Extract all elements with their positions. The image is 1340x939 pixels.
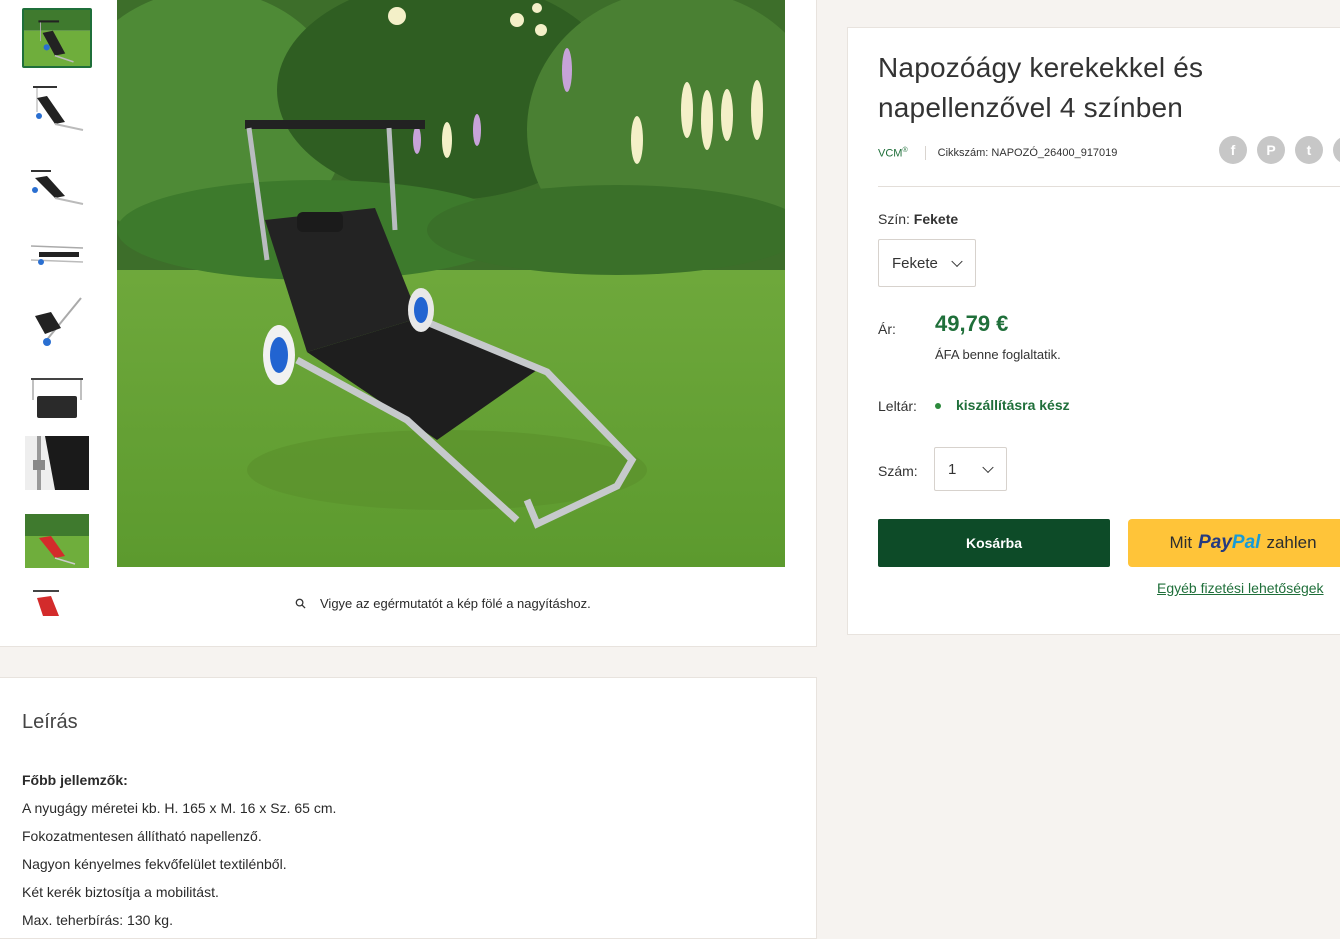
feature-line: Két kerék biztosítja a mobilitást. xyxy=(22,884,219,900)
sku: Cikkszám: NAPOZÓ_26400_917019 xyxy=(937,147,1118,159)
pinterest-icon[interactable]: P xyxy=(1257,136,1285,164)
chevron-down-icon xyxy=(951,255,963,268)
meta-divider xyxy=(924,146,926,160)
stock-status: kiszállításra kész xyxy=(956,397,1070,413)
chevron-down-icon xyxy=(982,461,994,474)
price: 49,79 € xyxy=(935,311,1009,336)
more-payment-options-link[interactable]: Egyéb fizetési lehetőségek xyxy=(1157,580,1324,596)
thumbnail-4[interactable] xyxy=(25,230,89,284)
feature-line: Fokozatmentesen állítható napellenző. xyxy=(22,828,262,844)
color-label: Szín: xyxy=(878,211,910,227)
thumbnail-list[interactable] xyxy=(22,8,92,616)
color-select-value: Fekete xyxy=(892,254,938,272)
feature-line: Nagyon kényelmes fekvőfelület textilénbő… xyxy=(22,856,287,872)
thumbnail-3[interactable] xyxy=(25,160,89,214)
thumbnail-8[interactable] xyxy=(25,514,89,568)
product-info-card: Napozóágy kerekekkel és napellenzővel 4 … xyxy=(847,27,1340,635)
stock-status-dot xyxy=(935,403,941,409)
thumbnail-9[interactable] xyxy=(25,586,89,616)
color-select[interactable]: Fekete xyxy=(878,239,976,287)
quantity-select[interactable]: 1 xyxy=(934,447,1007,491)
description-body: Főbb jellemzők: A nyugágy méretei kb. H.… xyxy=(22,766,336,934)
facebook-icon[interactable]: f xyxy=(1219,136,1247,164)
features-heading: Főbb jellemzők: xyxy=(22,772,128,788)
thumbnail-2[interactable] xyxy=(25,82,89,136)
product-title: Napozóágy kerekekkel és napellenzővel 4 … xyxy=(878,52,1204,123)
paypal-suffix: zahlen xyxy=(1266,533,1317,552)
main-product-image[interactable] xyxy=(117,0,785,567)
quantity-value: 1 xyxy=(948,460,957,478)
thumbnail-1[interactable] xyxy=(22,8,92,68)
paypal-logo: PayPal xyxy=(1198,532,1261,553)
feature-line: Max. teherbírás: 130 kg. xyxy=(22,912,173,928)
twitter-icon[interactable]: t xyxy=(1295,136,1323,164)
vendor-link[interactable]: VCM® xyxy=(878,147,908,160)
stock-label: Leltár: xyxy=(878,398,917,414)
zoom-hint-text: Vigye az egérmutatót a kép fölé a nagyít… xyxy=(320,596,591,611)
thumbnail-6[interactable] xyxy=(25,370,89,424)
product-gallery: Vigye az egérmutatót a kép fölé a nagyít… xyxy=(0,0,817,647)
add-to-cart-button[interactable]: Kosárba xyxy=(878,519,1110,567)
tax-note: ÁFA benne foglaltatik. xyxy=(935,347,1061,362)
thumbnail-7[interactable] xyxy=(25,436,89,490)
divider xyxy=(878,186,1340,187)
paypal-button[interactable]: Mit PayPal zahlen xyxy=(1128,519,1340,567)
product-meta: VCM® Cikkszám: NAPOZÓ_26400_917019 xyxy=(878,146,1117,160)
thumbnail-5[interactable] xyxy=(25,294,89,348)
color-value: Fekete xyxy=(913,211,959,227)
description-card: Leírás Főbb jellemzők: A nyugágy méretei… xyxy=(0,677,817,939)
share-buttons: f P t @ xyxy=(1219,136,1340,164)
price-label: Ár: xyxy=(878,321,896,337)
color-label-row: Szín: Fekete xyxy=(878,211,958,227)
email-icon[interactable]: @ xyxy=(1333,136,1340,164)
feature-line: A nyugágy méretei kb. H. 165 x M. 16 x S… xyxy=(22,800,337,816)
paypal-prefix: Mit xyxy=(1169,533,1193,552)
quantity-label: Szám: xyxy=(878,463,918,479)
description-title: Leírás xyxy=(22,711,78,733)
zoom-hint: Vigye az egérmutatót a kép fölé a nagyít… xyxy=(295,596,591,611)
magnifier-icon xyxy=(295,598,306,609)
